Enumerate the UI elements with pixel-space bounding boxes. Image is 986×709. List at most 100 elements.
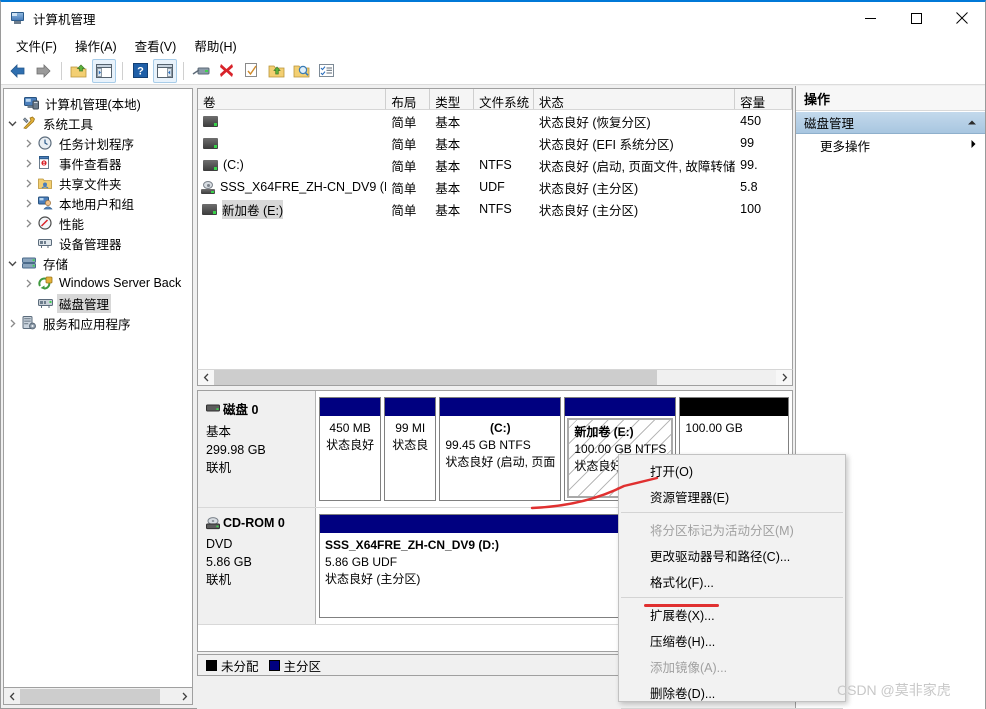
help-icon[interactable]: ?: [128, 59, 152, 83]
ctx-format[interactable]: 格式化(F)...: [619, 568, 845, 594]
window-title: 计算机管理: [33, 12, 96, 27]
chevron-right-icon[interactable]: [20, 215, 36, 231]
sidebar-item-storage[interactable]: 存储: [4, 253, 192, 273]
chevron-right-icon[interactable]: [20, 155, 36, 171]
ctx-open[interactable]: 打开(O): [619, 457, 845, 483]
table-row[interactable]: 新加卷 (E:) 简单 基本 NTFS 状态良好 (主分区) 100: [198, 198, 792, 220]
table-row[interactable]: 简单 基本 状态良好 (恢复分区) 450: [198, 110, 792, 132]
partition-c[interactable]: (C:) 99.45 GB NTFS 状态良好 (启动, 页面: [439, 397, 562, 501]
scan-icon[interactable]: [289, 59, 313, 83]
sidebar-item-event-viewer[interactable]: 事件查看器: [4, 153, 192, 173]
hdd-volume-icon: [203, 115, 218, 127]
column-header-layout[interactable]: 布局: [386, 89, 431, 109]
list-view-icon[interactable]: [314, 59, 338, 83]
scroll-thumb[interactable]: [214, 370, 657, 385]
column-header-status[interactable]: 状态: [534, 89, 736, 109]
connect-icon[interactable]: [189, 59, 213, 83]
chevron-right-icon[interactable]: [20, 175, 36, 191]
sidebar-item-windows-server-backup[interactable]: Windows Server Back: [4, 273, 192, 293]
column-header-capacity[interactable]: 容量: [735, 89, 792, 109]
computer-management-icon: [10, 10, 26, 26]
ctx-change-drive-letter[interactable]: 更改驱动器号和路径(C)...: [619, 542, 845, 568]
volume-name: (C:): [223, 158, 244, 172]
chevron-right-icon[interactable]: [20, 135, 36, 151]
ctx-shrink-volume[interactable]: 压缩卷(H)...: [619, 627, 845, 653]
volume-type: 基本: [435, 181, 461, 196]
chevron-right-icon[interactable]: [20, 275, 36, 291]
volume-status: 状态良好 (EFI 系统分区): [538, 137, 674, 152]
scroll-left-icon[interactable]: [4, 689, 20, 704]
sidebar-item-local-users-groups[interactable]: 本地用户和组: [4, 193, 192, 213]
twisty-none-icon: [6, 95, 22, 111]
shared-folders-icon: [36, 175, 54, 191]
sidebar-label: 性能: [59, 217, 85, 232]
scroll-track[interactable]: [214, 370, 776, 385]
disk-type: DVD: [206, 537, 233, 551]
close-button[interactable]: [939, 2, 985, 34]
volume-list-header: 卷 布局 类型 文件系统 状态 容量: [198, 89, 792, 110]
disk-management-icon: [36, 295, 54, 311]
ctx-mark-active: 将分区标记为活动分区(M): [650, 523, 794, 538]
volume-status: 状态良好 (启动, 页面文件, 故障转储, 主分区): [538, 159, 736, 174]
sidebar-item-services-and-applications[interactable]: 服务和应用程序: [4, 313, 192, 333]
menu-help[interactable]: 帮助(H): [185, 34, 245, 57]
sidebar-item-disk-management[interactable]: 磁盘管理: [4, 293, 192, 313]
svg-text:?: ?: [137, 66, 144, 78]
volume-name: 新加卷 (E:): [222, 199, 284, 219]
table-row[interactable]: 简单 基本 状态良好 (EFI 系统分区) 99: [198, 132, 792, 154]
scroll-track[interactable]: [20, 688, 176, 704]
actions-group-disk-management[interactable]: 磁盘管理: [796, 111, 985, 134]
scroll-thumb[interactable]: [20, 688, 160, 704]
maximize-button[interactable]: [893, 2, 939, 34]
menu-action[interactable]: 操作(A): [66, 34, 126, 57]
ctx-delete-volume[interactable]: 删除卷(D)...: [619, 679, 845, 705]
local-users-groups-icon: [36, 195, 54, 211]
chevron-right-icon[interactable]: [4, 315, 20, 331]
tree-root-node[interactable]: 计算机管理(本地): [4, 93, 192, 113]
ctx-explore[interactable]: 资源管理器(E): [619, 483, 845, 509]
minimize-button[interactable]: [847, 2, 893, 34]
storage-icon: [20, 255, 38, 271]
menu-file[interactable]: 文件(F): [7, 34, 66, 57]
volume-list-horizontal-scrollbar[interactable]: [197, 369, 793, 386]
disk-info-panel[interactable]: 磁盘 0 基本 299.98 GB 联机: [198, 391, 316, 507]
show-action-pane-icon[interactable]: [153, 58, 177, 83]
sidebar-item-device-manager[interactable]: 设备管理器: [4, 233, 192, 253]
forward-icon[interactable]: [31, 59, 55, 83]
column-header-volume[interactable]: 卷: [198, 89, 387, 109]
sidebar-item-shared-folders[interactable]: 共享文件夹: [4, 173, 192, 193]
sidebar-item-task-scheduler[interactable]: 任务计划程序: [4, 133, 192, 153]
disk-status: 联机: [206, 461, 232, 475]
ctx-extend-volume[interactable]: 扩展卷(X)...: [619, 601, 845, 627]
delete-icon[interactable]: [214, 59, 238, 83]
volume-capacity: 450: [740, 114, 762, 128]
sidebar-item-performance[interactable]: 性能: [4, 213, 192, 233]
export-icon[interactable]: [264, 59, 288, 83]
volume-status: 状态良好 (主分区): [538, 203, 639, 218]
chevron-down-icon[interactable]: [4, 255, 20, 271]
scroll-left-icon[interactable]: [198, 370, 214, 385]
show-hide-tree-icon[interactable]: [92, 58, 116, 83]
tree-horizontal-scrollbar[interactable]: [3, 688, 193, 705]
table-row[interactable]: (C:) 简单 基本 NTFS 状态良好 (启动, 页面文件, 故障转储, 主分…: [198, 154, 792, 176]
partition-efi[interactable]: 99 MI 状态良: [384, 397, 437, 501]
chevron-up-icon[interactable]: [967, 118, 977, 128]
menu-view[interactable]: 查看(V): [126, 34, 186, 57]
column-header-filesystem[interactable]: 文件系统: [474, 89, 534, 109]
table-row[interactable]: SSS_X64FRE_ZH-CN_DV9 (D:) 简单 基本 UDF 状态良好…: [198, 176, 792, 198]
chevron-right-icon[interactable]: [20, 195, 36, 211]
cdrom-icon: [206, 516, 223, 530]
properties-icon[interactable]: [239, 59, 263, 83]
back-icon[interactable]: [6, 59, 30, 83]
scroll-right-icon[interactable]: [776, 370, 792, 385]
partition-recovery[interactable]: 450 MB 状态良好: [319, 397, 382, 501]
scroll-right-icon[interactable]: [176, 689, 192, 704]
column-header-type[interactable]: 类型: [430, 89, 475, 109]
chevron-right-icon[interactable]: [970, 139, 977, 151]
sidebar-item-system-tools[interactable]: 系统工具: [4, 113, 192, 133]
chevron-down-icon[interactable]: [4, 115, 20, 131]
console-tree-pane: 计算机管理(本地) 系统工具 任务计划程序 事件查看器 共享文件夹 本地用户和组…: [3, 88, 193, 688]
action-more-actions[interactable]: 更多操作: [796, 134, 985, 156]
disk-info-panel[interactable]: CD-ROM 0 DVD 5.86 GB 联机: [198, 508, 316, 624]
up-folder-icon[interactable]: [67, 59, 91, 83]
